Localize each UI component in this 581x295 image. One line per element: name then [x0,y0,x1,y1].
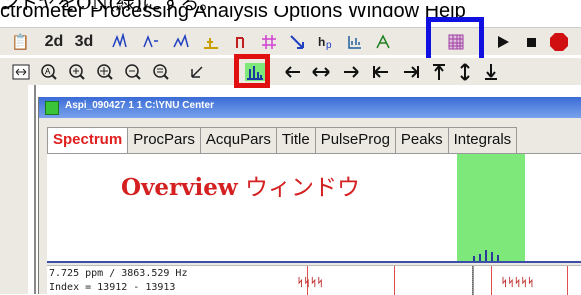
marker-line [491,266,492,295]
svg-text:p: p [326,40,332,51]
peak-pick-icon[interactable] [110,31,131,52]
zoom-a-icon[interactable]: A [38,61,59,82]
peak-marker-group-1: ᛋᛋᛋᛋ [297,276,324,289]
tab-title[interactable]: Title [275,127,316,154]
peak-marker-group-2: ᛋᛋᛋᛋᛋ [501,276,534,289]
overview-label-rest: ウィンドウ [237,175,360,201]
spectrum-peaks [469,242,509,262]
play-icon[interactable] [492,31,513,52]
toolbar-row-1: 📋 2d 3d hp [0,27,581,55]
region-divider [472,266,474,295]
highlight-red-box [234,54,270,88]
stop-square-icon[interactable] [520,31,541,52]
stop-sign-icon[interactable] [548,31,569,52]
marker-line [567,266,568,295]
zoom-reset-icon[interactable] [150,61,171,82]
fraction-icon[interactable]: hp [316,31,337,52]
menu-items[interactable]: ctrometer Processing Analysis Options Wi… [0,6,581,26]
cursor-info-panel: 7.725 ppm / 3863.529 Hz Index = 13912 - … [47,265,581,295]
fullscreen-icon[interactable] [10,61,31,82]
arrow-up-icon[interactable] [428,61,449,82]
menu-bar: ctrometer Processing Analysis Options Wi… [0,6,581,26]
clipboard-icon[interactable]: 📋 [10,31,31,52]
window-icon [45,101,59,115]
view-2d-button[interactable]: 2d [40,31,68,52]
frame-divider [34,85,36,294]
arrow-first-icon[interactable] [370,61,391,82]
tab-spectrum[interactable]: Spectrum [47,127,129,156]
arrow-right-icon[interactable] [340,61,361,82]
arrow-both-icon[interactable] [310,61,331,82]
arrow-left-icon[interactable] [282,61,303,82]
arrow-updown-icon[interactable] [454,61,475,82]
view-3d-button[interactable]: 3d [70,31,98,52]
marker-line [394,266,395,295]
arrow-last-icon[interactable] [400,61,421,82]
spectrum-window: Aspi_090427 1 1 C:\YNU Center Spectrum P… [38,97,581,295]
integrate-icon[interactable] [170,31,191,52]
svg-text:h: h [318,35,325,49]
phase-icon[interactable] [232,31,253,52]
zoom-in-double-icon[interactable] [94,61,115,82]
toolbar-row-2: A [0,58,581,85]
tab-pulseprog[interactable]: PulseProg [314,127,396,154]
tab-peaks[interactable]: Peaks [394,127,449,154]
left-frame [0,85,36,294]
baseline-icon[interactable] [200,31,221,52]
zoom-in-icon[interactable] [66,61,87,82]
tab-integrals[interactable]: Integrals [447,127,518,154]
window-title: Aspi_090427 1 1 C:\YNU Center [65,100,214,111]
zoom-out-icon[interactable] [122,61,143,82]
spectrum-axis [47,261,581,263]
overview-label: Overview ウィンドウ [121,168,360,202]
window-titlebar[interactable]: Aspi_090427 1 1 C:\YNU Center [39,97,581,118]
arrow-down-icon[interactable] [480,61,501,82]
tab-acqupars[interactable]: AcquPars [199,127,277,154]
tab-procpars[interactable]: ProcPars [127,127,201,154]
arrow-cursor-icon[interactable] [286,31,307,52]
grid-icon[interactable] [258,31,279,52]
spectrum-canvas[interactable]: Overview ウィンドウ [47,153,581,262]
svg-text:A: A [45,67,51,76]
overview-label-bold: Overview [121,174,238,201]
chart-icon[interactable] [344,31,365,52]
cursor-ppm-readout: 7.725 ppm / 3863.529 Hz [49,268,188,279]
multiplet-icon[interactable] [140,31,161,52]
undo-zoom-icon[interactable] [186,61,207,82]
tab-bar: Spectrum ProcPars AcquPars Title PulsePr… [47,127,518,156]
cursor-index-readout: Index = 13912 - 13913 [49,282,176,293]
molecule-icon[interactable] [372,31,393,52]
